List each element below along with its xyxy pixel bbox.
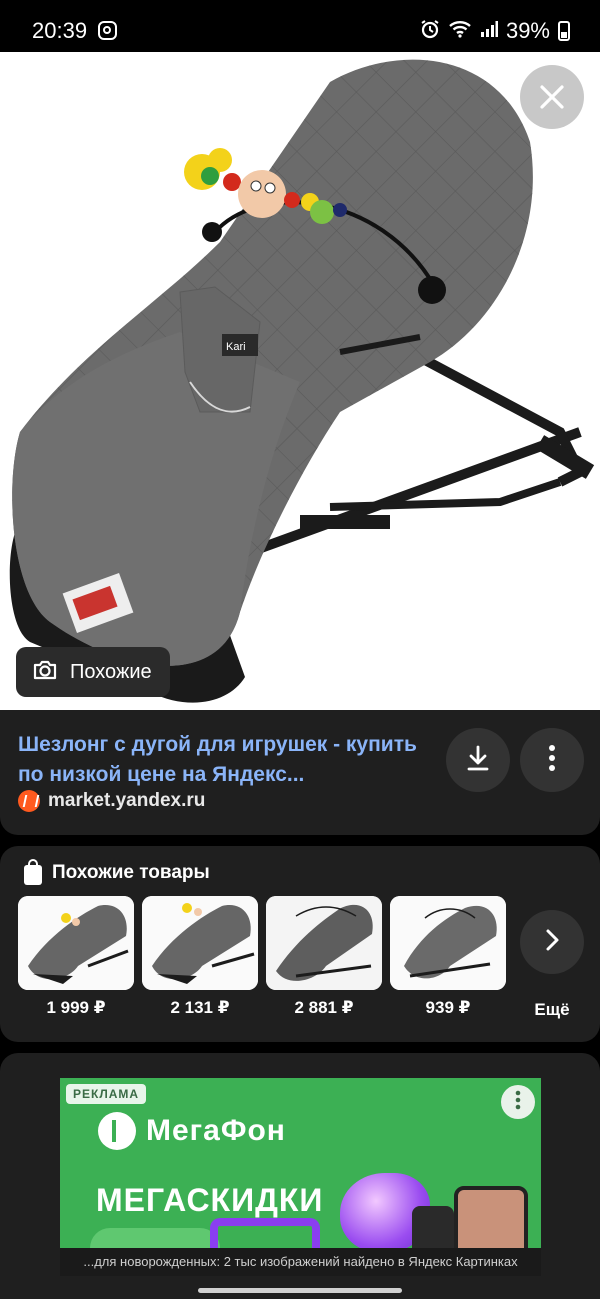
more-products-label[interactable]: Ещё (520, 1000, 584, 1020)
similar-products-card: Похожие товары 1 999 ₽ 2 131 ₽ 2 881 ₽ 9… (0, 846, 600, 1042)
more-options-button[interactable] (520, 728, 584, 792)
more-vertical-icon (548, 744, 556, 777)
ad-phone-camera (412, 1206, 454, 1250)
similar-products-header: Похожие товары (24, 859, 210, 885)
product-thumbnail (18, 896, 134, 990)
ad-brand-name: МегаФон (146, 1114, 286, 1147)
result-source-domain: market.yandex.ru (48, 790, 206, 811)
product-card[interactable]: 1 999 ₽ (18, 896, 134, 1018)
download-button[interactable] (446, 728, 510, 792)
close-icon (539, 77, 565, 117)
result-source[interactable]: market.yandex.ru (18, 790, 205, 812)
product-card[interactable]: 939 ₽ (390, 896, 506, 1018)
signal-icon (480, 20, 498, 43)
product-price: 1 999 ₽ (46, 998, 106, 1017)
alarm-icon (420, 19, 440, 44)
product-price: 2 881 ₽ (294, 998, 354, 1017)
image-viewer[interactable]: Kari Похожие (0, 52, 600, 710)
ad-menu-button[interactable] (501, 1085, 535, 1119)
product-thumbnail (142, 896, 258, 990)
ad-headline: МЕГАСКИДКИ (96, 1182, 324, 1218)
shopping-bag-icon (24, 859, 42, 885)
battery-icon (558, 21, 570, 41)
product-card[interactable]: 2 881 ₽ (266, 896, 382, 1018)
search-caption: ...для новорожденных: 2 тыс изображений … (60, 1248, 541, 1276)
wifi-icon (448, 20, 472, 43)
product-price: 2 131 ₽ (170, 998, 230, 1017)
download-icon (465, 744, 491, 777)
product-thumbnail (266, 896, 382, 990)
megafon-logo-icon (98, 1112, 136, 1150)
ad-badge: РЕКЛАМА (66, 1084, 147, 1104)
camera-search-icon (32, 659, 58, 686)
status-bar: 20:39 39% (0, 0, 600, 60)
more-products-button[interactable] (520, 910, 584, 974)
similar-images-button[interactable]: Похожие (16, 647, 170, 697)
chevron-right-icon (544, 928, 560, 957)
similar-images-label: Похожие (70, 660, 152, 683)
ad-decor-number (210, 1218, 320, 1250)
battery-percent: 39% (505, 18, 550, 43)
product-card[interactable]: 2 131 ₽ (142, 896, 258, 1018)
ad-phone-image (454, 1186, 528, 1250)
product-thumbnail (390, 896, 506, 990)
result-info-card: Шезлонг с дугой для игрушек - купить по … (0, 710, 600, 835)
yandex-market-favicon (18, 790, 40, 812)
similar-products-title: Похожие товары (52, 862, 210, 883)
ad-banner[interactable]: РЕКЛАМА МегаФон МЕГАСКИДКИ (60, 1078, 541, 1250)
ad-decor-shape (90, 1228, 220, 1250)
instagram-icon (98, 21, 117, 40)
baby-bouncer-photo[interactable]: Kari (0, 52, 600, 710)
status-right: 39% (420, 18, 570, 44)
product-price: 939 ₽ (425, 998, 471, 1017)
status-time: 20:39 (32, 18, 88, 43)
home-indicator[interactable] (198, 1288, 402, 1293)
more-vertical-icon (515, 1090, 521, 1115)
svg-text:Kari: Kari (226, 341, 246, 353)
close-button[interactable] (520, 65, 584, 129)
result-title-link[interactable]: Шезлонг с дугой для игрушек - купить по … (18, 730, 428, 790)
ad-brand-logo: МегаФон (98, 1112, 286, 1150)
